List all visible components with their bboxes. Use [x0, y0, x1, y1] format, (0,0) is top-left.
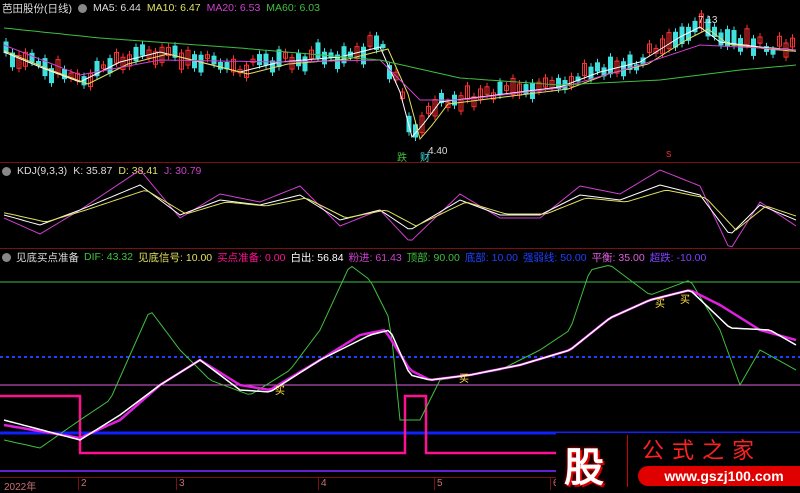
logo-char: 股	[564, 446, 604, 490]
cai-marker: 财	[420, 153, 430, 164]
candle	[497, 81, 503, 96]
low-label: 4.40	[428, 146, 448, 157]
fall-marker: 跌	[397, 153, 407, 164]
buy-label: 买	[680, 295, 690, 306]
candle	[62, 68, 67, 80]
candle	[315, 42, 321, 59]
buy-label: 买	[275, 386, 285, 397]
candle	[770, 49, 776, 55]
axis-tick: 2	[78, 478, 87, 490]
candle	[608, 56, 613, 75]
watermark-logo: 股 公式之家 www.gszj100.com	[556, 433, 800, 490]
ma10-line	[3, 28, 797, 141]
logo-name: 公式之家	[642, 438, 763, 463]
axis-tick: 3	[176, 478, 185, 490]
candle	[731, 30, 737, 46]
candle	[263, 53, 269, 66]
candle	[107, 58, 113, 74]
candle	[302, 56, 308, 72]
candle	[211, 55, 217, 65]
chart-canvas[interactable]	[0, 0, 800, 477]
axis-tick: 4	[318, 478, 327, 490]
candle	[218, 61, 223, 70]
candle	[140, 44, 145, 56]
d-line	[3, 189, 797, 231]
candle	[270, 60, 275, 73]
candle	[296, 52, 301, 67]
axis-tick: 5	[434, 478, 443, 490]
high-label: 7.13	[698, 15, 718, 26]
candle	[380, 44, 386, 49]
candle	[198, 54, 204, 73]
buy-label: 买	[655, 299, 665, 310]
axis-tick: 2022年	[4, 482, 37, 493]
candle	[276, 49, 282, 68]
s-marker: S	[666, 150, 672, 159]
j-line	[3, 169, 797, 248]
candle	[588, 66, 594, 80]
candle	[595, 62, 600, 72]
buy-label: 买	[459, 374, 469, 385]
logo-url: www.gszj100.com	[638, 466, 800, 486]
candle	[257, 54, 262, 66]
candle	[621, 61, 626, 77]
candle	[29, 52, 35, 63]
